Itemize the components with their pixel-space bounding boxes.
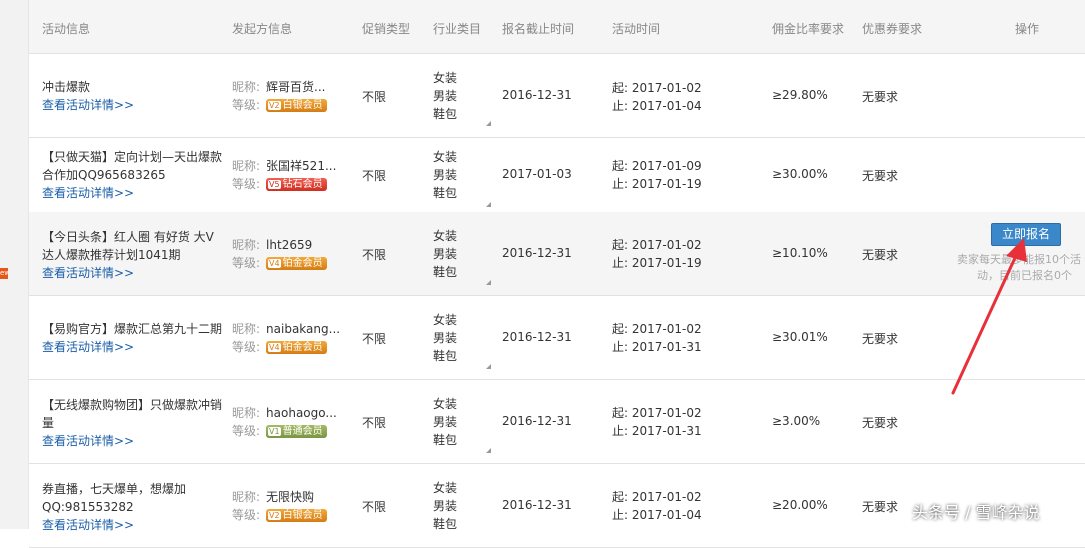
red-arrow-annotation bbox=[951, 238, 1027, 395]
watermark: 头条号 / 雪峰杂说 bbox=[912, 503, 1040, 522]
